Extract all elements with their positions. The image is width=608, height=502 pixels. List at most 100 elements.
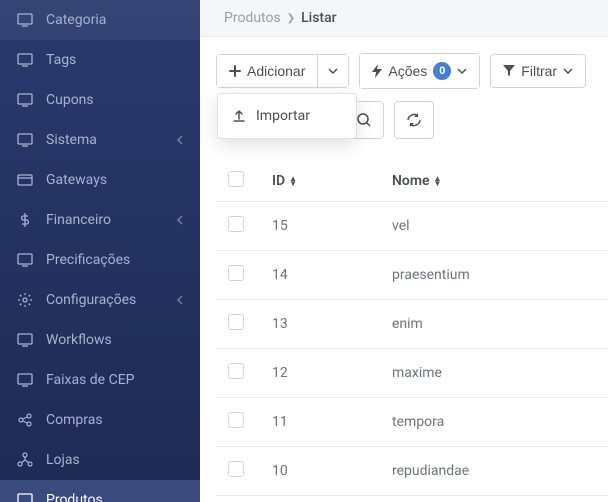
- table-row[interactable]: 10repudiandae: [216, 447, 608, 496]
- sidebar-item-faixas-de-cep[interactable]: Faixas de CEP: [0, 360, 200, 400]
- column-header-nome[interactable]: Nome ▲▼: [392, 173, 441, 189]
- breadcrumb-parent[interactable]: Produtos: [224, 10, 281, 26]
- filter-button[interactable]: Filtrar: [490, 54, 586, 88]
- chevron-left-icon: [176, 135, 184, 145]
- add-button-group: Adicionar Importar: [216, 54, 349, 88]
- refresh-button[interactable]: [394, 101, 434, 139]
- monitor-icon: [16, 491, 34, 502]
- dollar-icon: [16, 211, 34, 229]
- actions-button-group: Ações 0: [359, 53, 480, 89]
- sidebar-item-label: Categoria: [46, 12, 106, 28]
- row-checkbox[interactable]: [228, 461, 244, 477]
- sidebar-item-label: Cupons: [46, 92, 94, 108]
- col-nome-label: Nome: [392, 173, 430, 189]
- sidebar-item-sistema[interactable]: Sistema: [0, 120, 200, 160]
- table-row[interactable]: 12maxime: [216, 349, 608, 398]
- actions-label: Ações: [388, 63, 427, 79]
- sidebar-item-workflows[interactable]: Workflows: [0, 320, 200, 360]
- add-button-label: Adicionar: [247, 63, 305, 79]
- sidebar-item-label: Faixas de CEP: [46, 372, 134, 388]
- sidebar-item-gateways[interactable]: Gateways: [0, 160, 200, 200]
- search-icon: [356, 112, 372, 128]
- row-checkbox[interactable]: [228, 216, 244, 232]
- sidebar-item-financeiro[interactable]: Financeiro: [0, 200, 200, 240]
- card-icon: [16, 171, 34, 189]
- toolbar-row-2: [344, 101, 608, 139]
- cell-nome: vel: [380, 202, 608, 251]
- plus-icon: [229, 65, 241, 77]
- cell-nome: tempora: [380, 398, 608, 447]
- sidebar-item-cupons[interactable]: Cupons: [0, 80, 200, 120]
- add-button[interactable]: Adicionar: [217, 55, 317, 87]
- import-label: Importar: [256, 108, 310, 124]
- cell-nome: praesentium: [380, 251, 608, 300]
- table-row[interactable]: 13enim: [216, 300, 608, 349]
- breadcrumb-sep: ❯: [287, 13, 295, 24]
- add-caret-button[interactable]: [317, 55, 348, 87]
- sidebar-item-label: Sistema: [46, 132, 97, 148]
- products-table: ID ▲▼ Nome ▲▼ 15vel14praesentium13enim12: [216, 161, 608, 502]
- sidebar-item-label: Precificações: [46, 252, 130, 268]
- monitor-icon: [16, 131, 34, 149]
- table-row[interactable]: 11tempora: [216, 398, 608, 447]
- funnel-icon: [503, 65, 515, 77]
- monitor-icon: [16, 91, 34, 109]
- sidebar-item-label: Compras: [46, 412, 103, 428]
- col-id-label: ID: [272, 173, 285, 189]
- sidebar-item-label: Workflows: [46, 332, 112, 348]
- network-icon: [16, 451, 34, 469]
- row-checkbox[interactable]: [228, 265, 244, 281]
- add-dropdown: Importar: [217, 93, 357, 139]
- sidebar-item-label: Gateways: [46, 172, 107, 188]
- sidebar-item-configurações[interactable]: Configurações: [0, 280, 200, 320]
- gear-icon: [16, 291, 34, 309]
- bolt-icon: [372, 64, 382, 78]
- cell-id: 11: [260, 398, 380, 447]
- content-card: Adicionar Importar: [200, 36, 608, 502]
- refresh-icon: [406, 112, 422, 128]
- table-row[interactable]: 15vel: [216, 202, 608, 251]
- chevron-left-icon: [176, 215, 184, 225]
- share-icon: [16, 411, 34, 429]
- sidebar-item-precificações[interactable]: Precificações: [0, 240, 200, 280]
- sidebar-item-tags[interactable]: Tags: [0, 40, 200, 80]
- select-all-checkbox[interactable]: [228, 171, 244, 187]
- main: Produtos ❯ Listar Adicionar: [200, 0, 608, 502]
- monitor-icon: [16, 371, 34, 389]
- cell-id: 14: [260, 251, 380, 300]
- monitor-icon: [16, 251, 34, 269]
- row-checkbox[interactable]: [228, 363, 244, 379]
- sidebar-item-lojas[interactable]: Lojas: [0, 440, 200, 480]
- monitor-icon: [16, 51, 34, 69]
- sidebar-item-categoria[interactable]: Categoria: [0, 0, 200, 40]
- toolbar: Adicionar Importar: [216, 53, 608, 89]
- table-row[interactable]: 14praesentium: [216, 251, 608, 300]
- chevron-down-icon: [328, 68, 338, 74]
- sidebar-item-label: Financeiro: [46, 212, 111, 228]
- column-header-id[interactable]: ID ▲▼: [272, 173, 297, 189]
- import-menu-item[interactable]: Importar: [218, 100, 356, 132]
- chevron-left-icon: [176, 295, 184, 305]
- cell-nome: repudiandae: [380, 447, 608, 496]
- sidebar-item-label: Lojas: [46, 452, 80, 468]
- row-checkbox[interactable]: [228, 412, 244, 428]
- sidebar-item-label: Configurações: [46, 292, 136, 308]
- cell-id: 10: [260, 447, 380, 496]
- breadcrumb: Produtos ❯ Listar: [200, 0, 608, 36]
- sort-icon: ▲▼: [289, 176, 297, 186]
- sidebar: Categoria Tags Cupons Sistema Gateways Financ…: [0, 0, 200, 502]
- monitor-icon: [16, 11, 34, 29]
- sidebar-item-label: Tags: [46, 52, 76, 68]
- cell-id: 12: [260, 349, 380, 398]
- actions-button[interactable]: Ações 0: [360, 54, 479, 88]
- table-row[interactable]: 9rem: [216, 496, 608, 502]
- chevron-down-icon: [457, 68, 467, 74]
- actions-count-badge: 0: [433, 62, 451, 80]
- sidebar-item-produtos[interactable]: Produtos: [0, 480, 200, 502]
- row-checkbox[interactable]: [228, 314, 244, 330]
- sidebar-item-compras[interactable]: Compras: [0, 400, 200, 440]
- cell-id: 9: [260, 496, 380, 502]
- cell-nome: enim: [380, 300, 608, 349]
- cell-nome: rem: [380, 496, 608, 502]
- cell-id: 15: [260, 202, 380, 251]
